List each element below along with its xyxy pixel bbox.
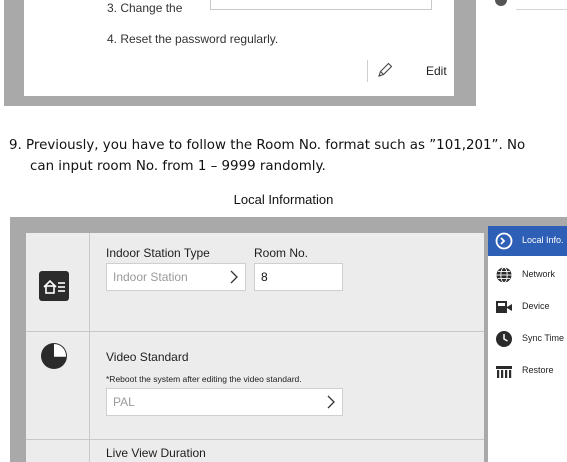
room-no-input[interactable]: 8 [254,263,343,291]
chevron-right-icon [230,270,238,284]
local-info-icon [495,232,513,250]
sidebar-item-label: Restore [522,365,554,375]
video-standard-select[interactable]: PAL [106,388,343,416]
video-standard-note: *Reboot the system after editing the vid… [106,374,302,384]
clock-icon [496,331,512,347]
live-view-duration-label: Live View Duration [106,446,206,460]
icon-column-divider [89,233,90,462]
video-standard-label: Video Standard [106,350,189,364]
sidebar-item-label: Device [522,301,550,311]
indoor-station-type-select[interactable]: Indoor Station [106,263,246,291]
figure-caption: Local Information [233,192,334,207]
top-screenshot: 3. Change the 4. Reset the password regu… [4,0,476,106]
edit-divider [367,60,368,82]
settings-panel: Indoor Station Type Indoor Station Room … [26,233,484,462]
sidebar-item-label: Network [522,269,556,279]
device-icon [496,301,512,313]
indoor-station-type-value: Indoor Station [113,270,188,284]
step-9-text-line2: can input room No. from 1 – 9999 randoml… [30,159,326,174]
globe-icon [496,267,512,283]
room-no-value: 8 [261,270,268,284]
indoor-station-type-label: Indoor Station Type [106,246,210,260]
row-divider [26,331,484,332]
settings-sidebar: Local Info. Network Device Sync Time Res… [488,226,567,462]
sidebar-item-label: Local Info. [522,235,564,245]
local-information-screenshot: Indoor Station Type Indoor Station Room … [10,217,567,462]
indoor-station-icon [39,271,69,301]
sidebar-item-network[interactable]: Network [488,260,567,290]
step-9-text-line1: 9. Previously, you have to follow the Ro… [9,138,526,153]
step-3-text: 3. Change the [107,1,183,15]
password-tips-panel: 3. Change the 4. Reset the password regu… [24,0,454,96]
row-divider [26,439,484,440]
video-standard-value: PAL [113,395,135,409]
chevron-right-icon [327,395,335,409]
sidebar-item-local-info[interactable]: Local Info. [488,226,567,256]
sidebar-item-restore[interactable]: Restore [488,356,567,386]
pencil-icon[interactable] [376,61,394,79]
partial-icon [495,0,507,6]
room-no-label: Room No. [254,246,309,260]
edit-button[interactable]: Edit [426,64,447,78]
sidebar-item-label: Sync Time [522,333,565,343]
restore-icon [496,366,512,378]
step-4-text: 4. Reset the password regularly. [107,32,279,46]
partial-divider [516,9,567,10]
sidebar-item-device[interactable]: Device [488,292,567,322]
video-standard-icon [41,343,67,369]
sidebar-item-sync-time[interactable]: Sync Time [488,324,567,354]
password-field[interactable] [210,0,432,10]
